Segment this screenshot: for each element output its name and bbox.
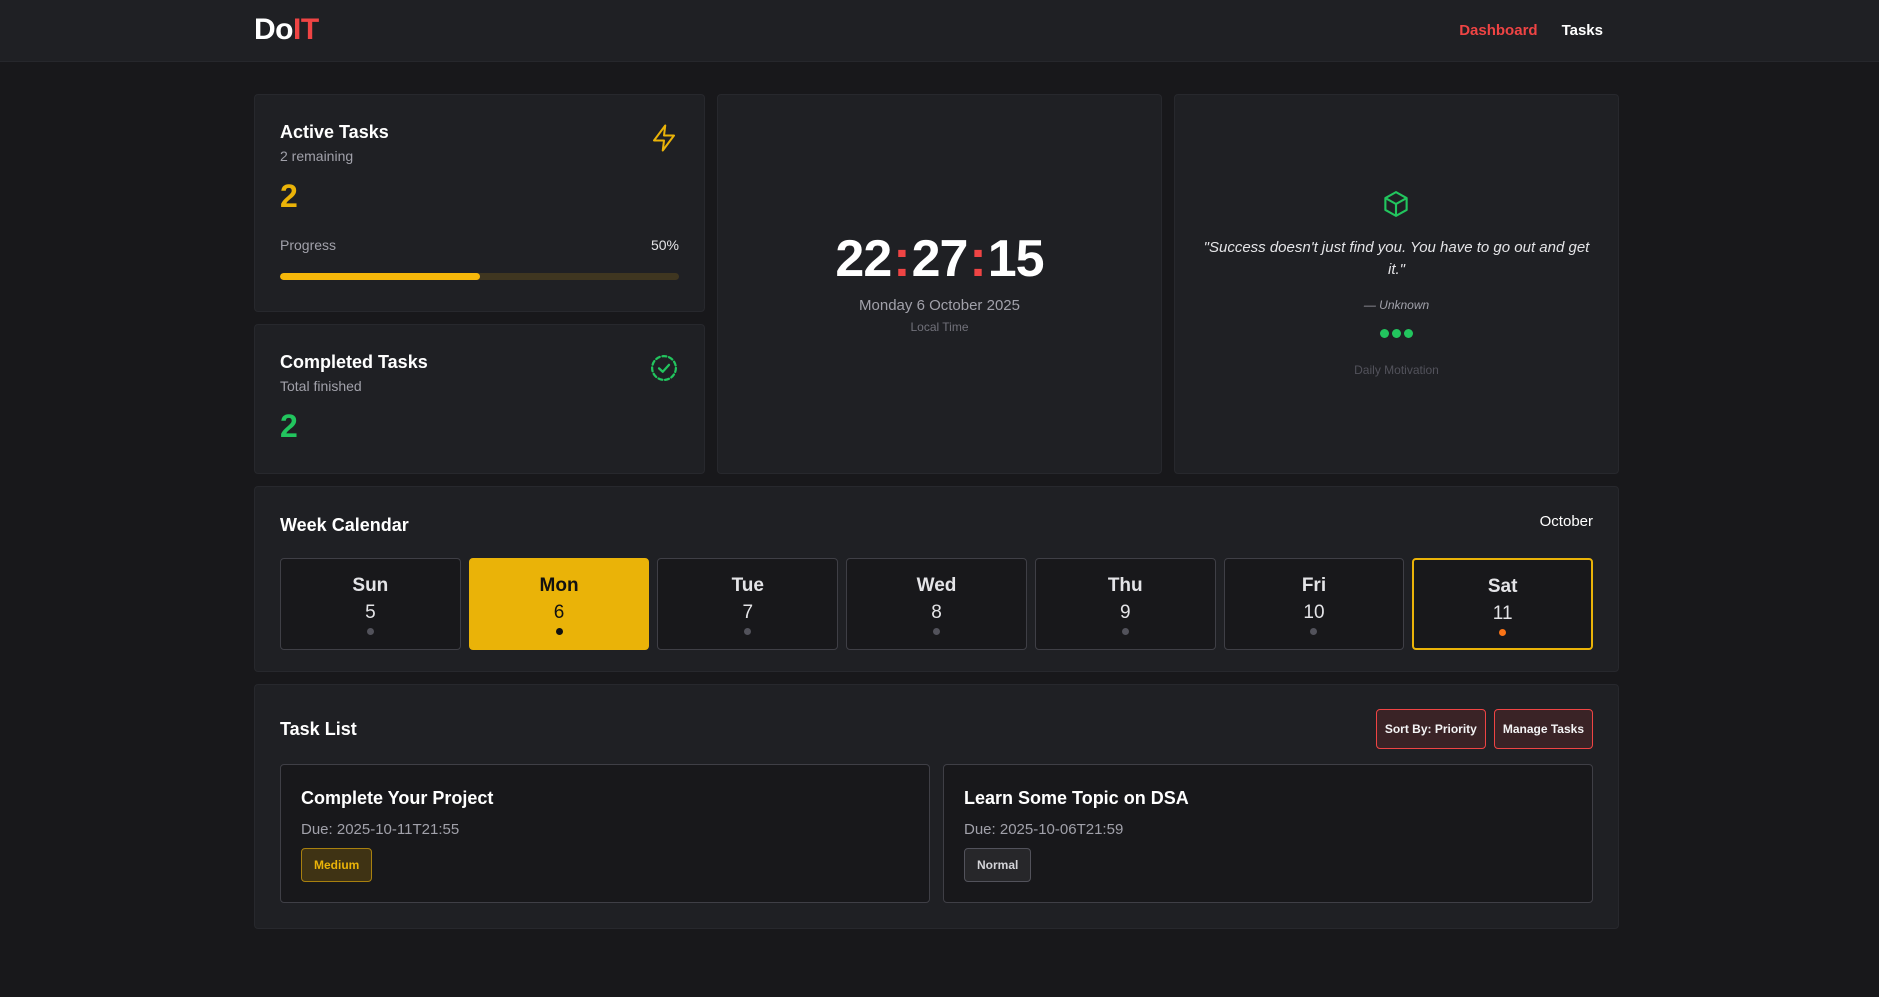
completed-tasks-card: Completed Tasks Total finished 2	[254, 324, 705, 474]
day-name: Sat	[1487, 576, 1518, 597]
dot-indicator	[1392, 329, 1401, 338]
progress-bar-fill	[280, 273, 480, 280]
clock-card: 22:27:15 Monday 6 October 2025 Local Tim…	[717, 94, 1162, 474]
quote-text: "Success doesn't just find you. You have…	[1203, 239, 1590, 278]
week-calendar-card: Week Calendar October Sun 5 Mon 6 Tue 7 …	[254, 486, 1619, 672]
logo-text-do: Do	[254, 13, 294, 46]
lightning-icon	[653, 124, 675, 152]
active-tasks-subtitle: 2 remaining	[280, 148, 354, 164]
quote-dots	[1175, 329, 1618, 338]
day-number: 5	[365, 602, 376, 623]
day-dot	[1499, 629, 1507, 636]
quote-card: "Success doesn't just find you. You have…	[1174, 94, 1619, 474]
completed-tasks-count: 2	[280, 408, 298, 444]
day-dot	[933, 628, 941, 635]
clock-seconds: 15	[987, 230, 1045, 288]
progress-percent: 50%	[650, 237, 679, 253]
logo-text-it: IT	[293, 13, 319, 46]
nav-dashboard-link[interactable]: Dashboard	[1459, 22, 1537, 39]
day-dot	[1310, 628, 1318, 635]
calendar-day-thu[interactable]: Thu 9	[1034, 558, 1216, 650]
day-number: 9	[1119, 602, 1131, 623]
calendar-days: Sun 5 Mon 6 Tue 7 Wed 8 Thu 9 Fri 10 Sat…	[280, 558, 1594, 650]
progress-row: Progress 50%	[280, 237, 679, 253]
top-navbar: DoIT Dashboard Tasks	[0, 0, 1879, 62]
progress-bar	[280, 273, 679, 280]
calendar-day-tue[interactable]: Tue 7	[657, 558, 839, 650]
day-name: Tue	[731, 575, 764, 596]
cube-icon	[1384, 191, 1408, 217]
active-tasks-card: Active Tasks 2 remaining 2 Progress 50%	[254, 94, 705, 312]
calendar-day-fri[interactable]: Fri 10	[1223, 558, 1405, 650]
task-due-date: Due: 2025-10-06T21:59	[964, 821, 1124, 838]
day-dot	[744, 628, 752, 635]
nav-tasks-link[interactable]: Tasks	[1562, 22, 1603, 39]
clock-date: Monday 6 October 2025	[859, 297, 1020, 314]
completed-tasks-title: Completed Tasks	[280, 352, 428, 372]
day-number: 8	[931, 602, 942, 623]
day-number: 11	[1492, 603, 1513, 624]
clock-minutes: 27	[911, 230, 969, 288]
manage-tasks-button[interactable]: Manage Tasks	[1493, 709, 1593, 749]
active-tasks-title: Active Tasks	[280, 122, 389, 142]
task-due-date: Due: 2025-10-11T21:55	[301, 821, 460, 838]
day-dot	[1121, 628, 1129, 635]
clock-hours: 22	[835, 230, 892, 288]
task-list-card: Task List Sort By: Priority Manage Tasks…	[254, 684, 1619, 929]
day-number: 6	[553, 602, 565, 623]
priority-badge: Medium	[301, 848, 373, 882]
sort-by-priority-button[interactable]: Sort By: Priority	[1375, 709, 1486, 749]
digital-clock: 22:27:15	[718, 229, 1161, 289]
task-title: Learn Some Topic on DSA	[964, 788, 1189, 808]
calendar-title: Week Calendar	[280, 515, 409, 535]
main-nav: Dashboard Tasks	[1459, 22, 1603, 39]
day-name: Wed	[916, 575, 957, 596]
day-number: 7	[742, 602, 754, 623]
calendar-day-sun[interactable]: Sun 5	[280, 558, 461, 650]
dot-indicator	[1404, 329, 1413, 338]
day-name: Sun	[352, 575, 389, 596]
priority-badge: Normal	[964, 848, 1032, 882]
check-circle-icon	[651, 355, 677, 381]
calendar-day-wed[interactable]: Wed 8	[846, 558, 1027, 650]
dot-indicator	[1380, 329, 1389, 338]
day-name: Fri	[1301, 575, 1327, 596]
completed-tasks-subtitle: Total finished	[280, 378, 362, 394]
calendar-day-sat[interactable]: Sat 11	[1412, 558, 1594, 650]
task-item[interactable]: Complete Your Project Due: 2025-10-11T21…	[280, 764, 930, 903]
day-dot	[366, 628, 374, 635]
quote-author: — Unknown	[1363, 298, 1430, 312]
day-name: Mon	[539, 575, 579, 596]
active-tasks-count: 2	[280, 178, 298, 214]
clock-separator: :	[893, 230, 910, 288]
calendar-month: October	[1539, 513, 1593, 530]
task-item[interactable]: Learn Some Topic on DSA Due: 2025-10-06T…	[943, 764, 1593, 903]
task-actions: Sort By: Priority Manage Tasks	[1375, 709, 1593, 749]
task-title: Complete Your Project	[301, 788, 494, 808]
day-name: Thu	[1107, 575, 1143, 596]
app-logo[interactable]: DoIT	[254, 13, 319, 47]
calendar-day-mon[interactable]: Mon 6	[468, 558, 650, 650]
quote-label: Daily Motivation	[1354, 363, 1439, 377]
day-dot	[555, 628, 563, 635]
clock-separator: :	[969, 230, 986, 288]
progress-label: Progress	[280, 237, 337, 253]
day-number: 10	[1303, 602, 1325, 623]
clock-label: Local Time	[910, 320, 969, 334]
task-items: Complete Your Project Due: 2025-10-11T21…	[280, 764, 1593, 903]
